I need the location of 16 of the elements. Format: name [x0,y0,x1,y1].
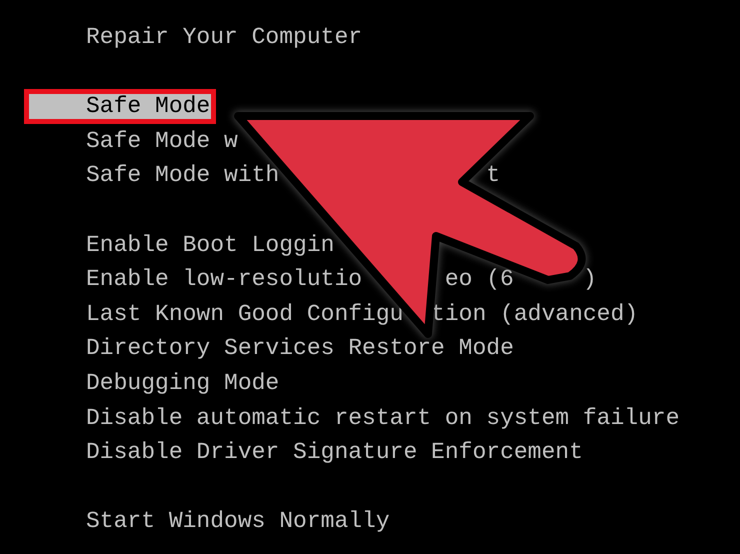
menu-option-fragment: Last Known Good Configu [86,300,404,329]
menu-option[interactable]: Disable Driver Signature Enforcement [86,435,583,470]
menu-option-fragment: tion (advanced) [431,300,638,329]
menu-option-fragment: ) [582,265,597,294]
menu-option[interactable]: Debugging Mode [86,366,280,401]
menu-option-fragment: Safe Mode with [86,161,280,190]
menu-option[interactable]: Start Windows Normally [86,504,390,539]
menu-option[interactable]: Disable automatic restart on system failure [86,400,680,436]
menu-option-fragment: Enable low-resolutio [86,265,362,294]
menu-option[interactable]: Enable Boot Loggin [86,228,334,262]
menu-option-fragment: t [486,161,500,190]
menu-option[interactable]: Safe Mode [24,89,216,124]
menu-option[interactable]: Directory Services Restore Mode [86,331,514,366]
menu-option[interactable]: Safe Mode w [86,124,238,158]
menu-option[interactable]: Repair Your Computer [86,20,362,55]
menu-option-fragment: eo (6 [444,265,514,294]
